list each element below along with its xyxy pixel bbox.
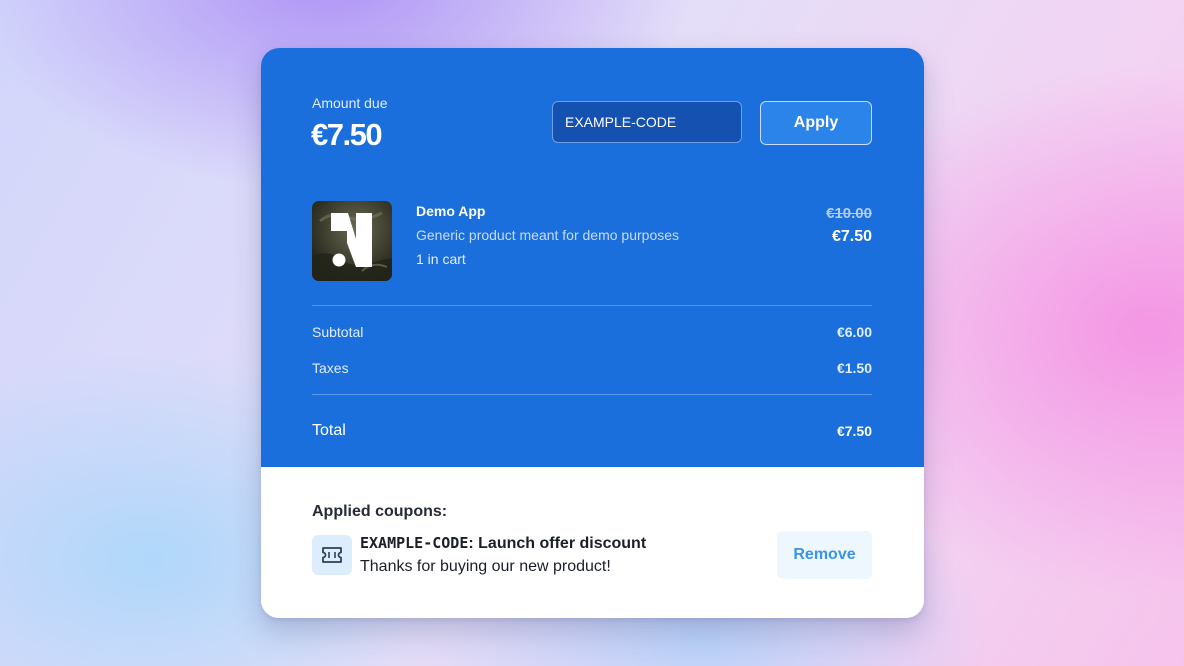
ticket-icon <box>312 535 352 575</box>
discounted-price: €7.50 <box>831 228 872 245</box>
original-price: €10.00 <box>826 205 872 222</box>
product-thumbnail <box>312 201 392 281</box>
applied-coupons-panel: Applied coupons: EXAMPLE-CODE: Launch of… <box>261 467 924 618</box>
total-value: €7.50 <box>836 423 872 439</box>
taxes-label: Taxes <box>312 360 349 376</box>
subtotal-value: €6.00 <box>836 324 872 340</box>
product-quantity: 1 in cart <box>416 251 466 267</box>
divider <box>312 394 872 395</box>
order-summary-panel: Amount due €7.50 Apply <box>261 48 924 467</box>
taxes-value: €1.50 <box>836 360 872 376</box>
amount-due-value: €7.50 <box>311 117 383 152</box>
product-name: Demo App <box>416 203 486 219</box>
apply-coupon-button[interactable]: Apply <box>760 101 872 145</box>
coupon-description: Thanks for buying our new product! <box>360 558 611 575</box>
app-logo-n-icon <box>312 201 392 281</box>
amount-due-label: Amount due <box>312 95 388 111</box>
checkout-card: Amount due €7.50 Apply <box>261 48 924 618</box>
remove-coupon-button[interactable]: Remove <box>777 531 872 579</box>
total-label: Total <box>312 422 346 439</box>
coupon-title: EXAMPLE-CODE: Launch offer discount <box>360 534 646 553</box>
subtotal-label: Subtotal <box>312 324 364 340</box>
coupon-name: Launch offer discount <box>473 535 647 552</box>
applied-coupons-title: Applied coupons: <box>312 503 448 520</box>
coupon-code-input[interactable] <box>552 101 742 143</box>
coupon-code: EXAMPLE-CODE <box>360 534 469 552</box>
product-description: Generic product meant for demo purposes <box>416 227 680 243</box>
divider <box>312 305 872 306</box>
